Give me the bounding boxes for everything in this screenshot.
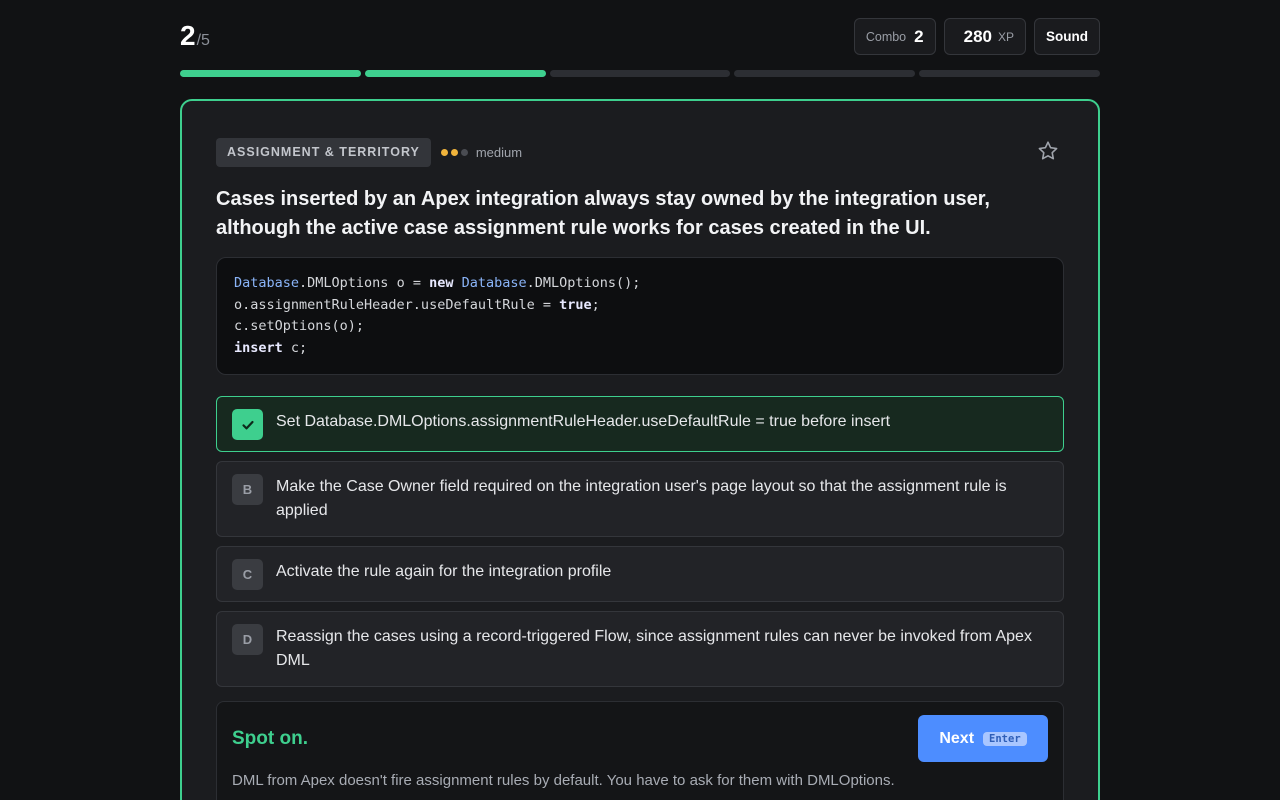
code-token: Database	[234, 275, 300, 291]
answer-options: Set Database.DMLOptions.assignmentRuleHe…	[216, 396, 1064, 687]
next-button-label: Next	[939, 729, 975, 747]
option-text: Activate the rule again for the integrat…	[276, 563, 612, 580]
xp-label: XP	[997, 29, 1014, 44]
code-token: new	[429, 275, 454, 291]
topic-badge: ASSIGNMENT & TERRITORY	[216, 137, 431, 167]
combo-label: Combo	[865, 29, 907, 44]
feedback-explanation: DML from Apex doesn't fire assignment ru…	[232, 772, 895, 789]
feedback-panel: Spot on. DML from Apex doesn't fire assi…	[216, 701, 1064, 800]
difficulty-label: medium	[475, 144, 523, 160]
answer-option-c[interactable]: C Activate the rule again for the integra…	[216, 546, 1064, 602]
code-token: Database	[461, 275, 527, 291]
progress-segment	[180, 70, 361, 77]
combo-value: 2	[914, 26, 924, 46]
question-text: Cases inserted by an Apex integration al…	[216, 188, 990, 239]
option-key: C	[232, 559, 263, 590]
current-question-number: 2	[180, 20, 196, 51]
answer-option-a[interactable]: Set Database.DMLOptions.assignmentRuleHe…	[216, 396, 1064, 452]
question-meta: ASSIGNMENT & TERRITORY medium	[216, 137, 1064, 167]
quiz-header: 2 /5 Combo 2 280 XP Sound	[180, 18, 1100, 56]
difficulty-dot	[460, 148, 468, 156]
next-button[interactable]: Next Enter	[918, 715, 1048, 762]
xp-value: 280	[963, 26, 992, 46]
progress-segment	[919, 70, 1100, 77]
total-questions: /5	[196, 32, 210, 49]
code-snippet: Database.DMLOptions o = new Database.DML…	[216, 257, 1064, 375]
xp-counter: 280 XP	[943, 18, 1026, 55]
question-counter: 2 /5	[180, 20, 210, 52]
progress-bar	[180, 70, 1100, 77]
code-line: insert c;	[234, 340, 308, 357]
difficulty-dot	[450, 148, 458, 156]
checkmark-icon	[232, 409, 263, 440]
sound-toggle-button[interactable]: Sound	[1034, 18, 1100, 55]
answer-option-b[interactable]: B Make the Case Owner field required on t…	[216, 461, 1064, 537]
progress-segment	[364, 70, 546, 77]
code-line: o.assignmentRuleHeader.useDefaultRule = …	[234, 296, 600, 313]
option-key: B	[232, 474, 263, 505]
answer-option-d[interactable]: D Reassign the cases using a record-trigg…	[216, 611, 1064, 687]
code-token: insert	[234, 340, 283, 357]
code-line: c.setOptions(o);	[234, 318, 365, 335]
bookmark-star-icon[interactable]	[1036, 139, 1060, 163]
stats-bar: Combo 2 280 XP Sound	[853, 18, 1100, 55]
combo-counter: Combo 2	[853, 18, 936, 55]
difficulty-dots	[440, 148, 471, 156]
progress-segment	[549, 70, 731, 77]
code-token: true	[559, 296, 592, 313]
option-text: Reassign the cases using a record-trigge…	[276, 628, 1032, 669]
progress-segment	[734, 70, 916, 77]
enter-key-hint: Enter	[983, 731, 1027, 746]
feedback-title: Spot on.	[232, 728, 308, 749]
option-text: Set Database.DMLOptions.assignmentRuleHe…	[276, 413, 891, 430]
code-line: Database.DMLOptions o = new Database.DML…	[234, 275, 641, 291]
option-text: Make the Case Owner field required on th…	[276, 478, 1007, 519]
option-key: D	[232, 624, 263, 655]
question-card: ASSIGNMENT & TERRITORY medium Cases inse…	[180, 99, 1100, 800]
difficulty-dot	[440, 148, 448, 156]
difficulty-indicator: medium	[440, 144, 523, 160]
